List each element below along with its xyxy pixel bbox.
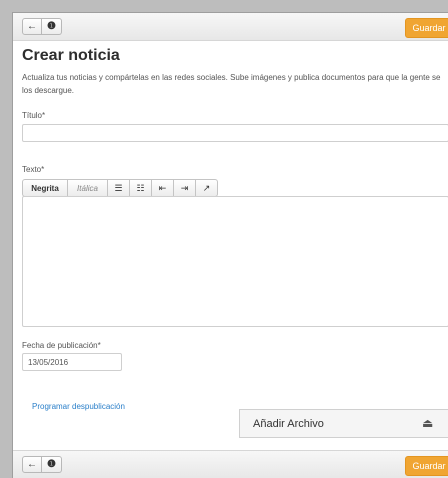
bottom-info-button[interactable]: ❶ (42, 456, 62, 473)
italic-button[interactable]: Itálica (68, 179, 108, 197)
text-label: Texto* (22, 165, 45, 174)
title-label: Título* (22, 111, 46, 120)
text-editor-area[interactable] (22, 196, 448, 327)
nav-button-group: ← ❶ (22, 18, 62, 35)
back-button[interactable]: ← (22, 18, 42, 35)
date-label: Fecha de publicación* (22, 341, 101, 350)
editor-toolbar: Negrita Itálica ☰ ☷ ⇤ ⇥ ↗ (22, 179, 218, 197)
page-description: Actualiza tus noticias y compártelas en … (22, 73, 441, 95)
save-button[interactable]: Guardar (405, 18, 448, 38)
top-toolbar: ← ❶ Guardar (13, 13, 448, 41)
arrow-left-icon: ← (27, 21, 37, 32)
list-button[interactable]: ☰ (108, 179, 130, 197)
list-icon: ☰ (114, 182, 123, 193)
indent-icon: ⇥ (180, 182, 189, 193)
upload-icon: ⏏ (422, 416, 434, 430)
date-input[interactable]: 13/05/2016 (22, 353, 122, 371)
bold-button[interactable]: Negrita (22, 179, 68, 197)
outdent-button[interactable]: ⇤ (152, 179, 174, 197)
schedule-unpublish-link[interactable]: Programar despublicación (32, 402, 125, 411)
bottom-back-button[interactable]: ← (22, 456, 42, 473)
bottom-nav-button-group: ← ❶ (22, 456, 62, 473)
arrow-left-icon: ← (27, 459, 37, 470)
title-input[interactable] (22, 124, 448, 142)
indent-button[interactable]: ⇥ (174, 179, 196, 197)
page-title: Crear noticia (22, 47, 120, 64)
share-button[interactable]: ↗ (196, 179, 218, 197)
bottom-toolbar: ← ❶ Guardar (13, 450, 448, 478)
bullet-list-button[interactable]: ☷ (130, 179, 152, 197)
outdent-icon: ⇤ (158, 182, 167, 193)
attach-file-button[interactable]: Añadir Archivo ⏏ (239, 409, 448, 438)
info-icon: ❶ (47, 21, 56, 32)
form-window: ← ❶ Guardar Crear noticia Actualiza tus … (12, 12, 448, 478)
list-bullets-icon: ☷ (136, 182, 145, 193)
share-icon: ↗ (202, 182, 211, 193)
info-icon: ❶ (47, 459, 56, 470)
info-button[interactable]: ❶ (42, 18, 62, 35)
bottom-save-button[interactable]: Guardar (405, 456, 448, 476)
attach-file-label: Añadir Archivo (253, 418, 324, 430)
